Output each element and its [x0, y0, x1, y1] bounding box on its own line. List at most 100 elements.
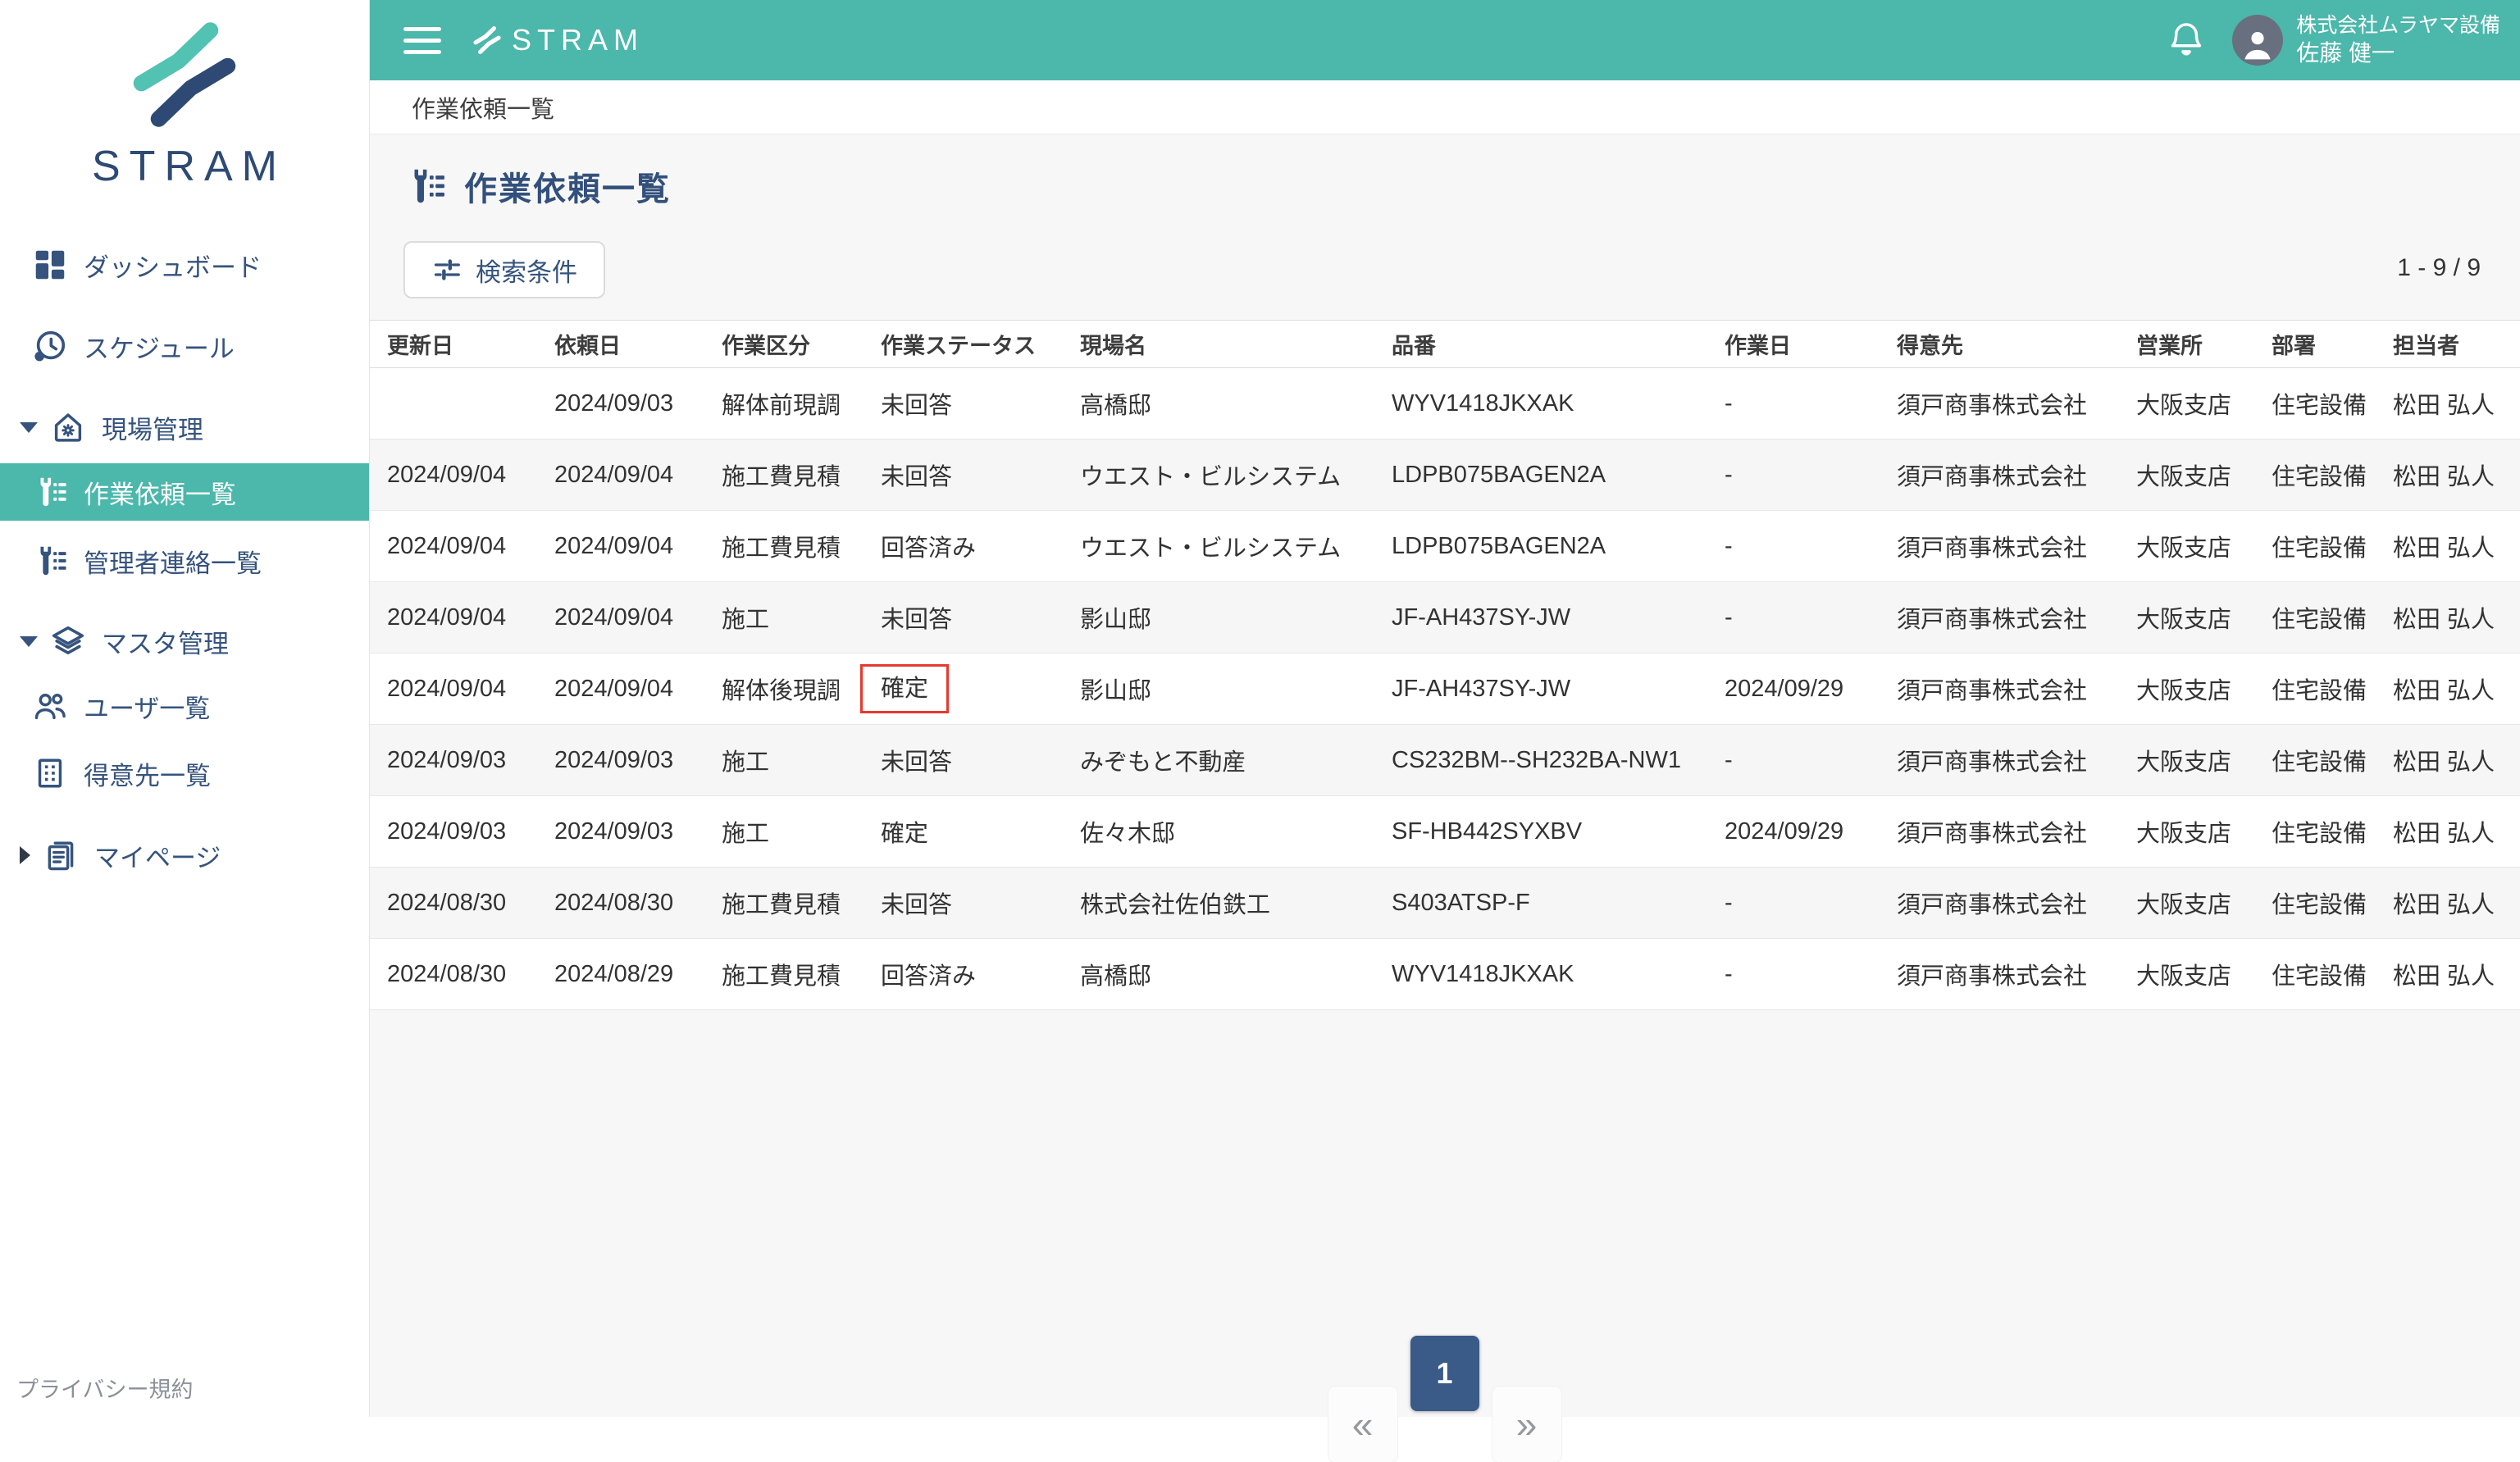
- table-row[interactable]: 2024/09/04 2024/09/04 施工費見積 未回答 ウエスト・ビルシステム L…: [369, 439, 2520, 511]
- chevron-down-icon[interactable]: [20, 635, 38, 647]
- table-cell: 施工費見積: [722, 510, 881, 582]
- topbar-wordmark: STRAM: [512, 23, 644, 57]
- table-cell: 松田 弘人: [2393, 653, 2520, 725]
- sidebar-item-master-management[interactable]: マスタ管理: [0, 618, 369, 664]
- table-cell: 須戸商事株式会社: [1897, 867, 2136, 939]
- table-cell: 大阪支店: [2136, 510, 2272, 582]
- sidebar-item-label: マイページ: [94, 843, 221, 872]
- breadcrumb[interactable]: 作業依頼一覧: [412, 90, 554, 125]
- chevron-down-icon[interactable]: [20, 421, 38, 433]
- table-cell: JF-AH437SY-JW: [1392, 581, 1725, 654]
- table-cell: 住宅設備: [2272, 867, 2393, 939]
- table-cell: -: [1725, 938, 1897, 1010]
- table-cell: 大阪支店: [2136, 439, 2272, 511]
- table-cell: 回答済み: [881, 938, 1080, 1010]
- table-row[interactable]: 2024/09/03 2024/09/03 施工 未回答 みぞもと不動産 CS232BM-…: [369, 724, 2520, 796]
- page-title: 作業依頼一覧: [403, 162, 671, 210]
- table-cell: みぞもと不動産: [1080, 724, 1392, 796]
- table-cell: 須戸商事株式会社: [1897, 724, 2136, 796]
- sidebar-item-label: 得意先一覧: [84, 761, 211, 790]
- table-column-header: 品番: [1392, 320, 1725, 368]
- table-cell: 施工費見積: [722, 938, 881, 1010]
- sidebar-item-work-requests[interactable]: 作業依頼一覧: [0, 463, 369, 521]
- user-name: 佐藤 健一: [2296, 40, 2395, 66]
- table-row[interactable]: 2024/08/30 2024/08/30 施工費見積 未回答 株式会社佐伯鉄工 S403…: [369, 867, 2520, 939]
- search-button-label: 検索条件: [476, 257, 577, 287]
- table-cell: 佐々木邸: [1080, 795, 1392, 868]
- sidebar-item-schedule[interactable]: スケジュール: [0, 323, 369, 369]
- sidebar-item-clients[interactable]: 得意先一覧: [0, 750, 369, 796]
- table-row[interactable]: 2024/09/04 2024/09/04 解体後現調 確定 影山邸 JF-AH437SY…: [369, 653, 2520, 725]
- chevron-right-icon[interactable]: [20, 846, 30, 864]
- table-cell: JF-AH437SY-JW: [1392, 653, 1725, 725]
- table-cell: -: [1725, 439, 1897, 511]
- table-row[interactable]: 2024/09/03 解体前現調 未回答 高橋邸 WYV1418JKXAK - 須戸商事株式…: [369, 367, 2520, 440]
- stram-logo-icon: [123, 13, 246, 136]
- table-cell: 回答済み: [881, 510, 1080, 582]
- document-icon: [42, 836, 80, 874]
- sidebar-item-label: 管理者連絡一覧: [84, 549, 262, 578]
- sidebar: STRAM ダッシュボードスケジュール 現場管理作業依頼一覧管理者連絡一覧マスタ管…: [0, 0, 370, 1417]
- table-cell: 未回答: [881, 724, 1080, 796]
- sidebar-item-mypage[interactable]: マイページ: [0, 832, 369, 878]
- table-cell: 2024/08/30: [369, 938, 554, 1010]
- pagination-last-button[interactable]: »: [1492, 1387, 1561, 1462]
- table-cell: WYV1418JKXAK: [1392, 367, 1725, 440]
- table-cell: -: [1725, 581, 1897, 654]
- table-header-row: 更新日 依頼日 作業区分 作業ステータス 現場名 品番 作業日 得意先 営業所 部署 担当者: [369, 320, 2520, 368]
- user-info[interactable]: 株式会社ムラヤマ設備 佐藤 健一: [2296, 12, 2500, 69]
- table-cell: 株式会社佐伯鉄工: [1080, 867, 1392, 939]
- table-cell: 2024/08/29: [554, 938, 722, 1010]
- pagination-first-button[interactable]: «: [1328, 1387, 1397, 1462]
- table-column-header: 作業日: [1725, 320, 1897, 368]
- search-conditions-button[interactable]: 検索条件: [403, 241, 605, 298]
- user-avatar[interactable]: [2232, 15, 2284, 66]
- table-row[interactable]: 2024/09/04 2024/09/04 施工 未回答 影山邸 JF-AH437SY-J…: [369, 581, 2520, 654]
- table-column-header: 得意先: [1897, 320, 2136, 368]
- pagination-page-1-button[interactable]: 1: [1410, 1336, 1479, 1411]
- sidebar-item-users[interactable]: ユーザ一覧: [0, 683, 369, 729]
- sidebar-item-label: ダッシュボード: [84, 253, 262, 282]
- table-cell: CS232BM--SH232BA-NW1: [1392, 724, 1725, 796]
- brand-logo: STRAM: [0, 0, 369, 191]
- privacy-policy-link[interactable]: プライバシー規約: [16, 1372, 193, 1404]
- table-cell: ウエスト・ビルシステム: [1080, 439, 1392, 511]
- notification-bell-icon[interactable]: [2165, 19, 2208, 61]
- wrench-list-icon: [403, 164, 448, 208]
- table-cell: 須戸商事株式会社: [1897, 510, 2136, 582]
- pagination: « 1 »: [369, 1336, 2520, 1462]
- table-cell: -: [1725, 367, 1897, 440]
- table-cell: 松田 弘人: [2393, 439, 2520, 511]
- table-cell: 2024/09/04: [369, 581, 554, 654]
- table-cell: 解体後現調: [722, 653, 881, 725]
- sidebar-item-label: マスタ管理: [102, 629, 229, 658]
- sidebar-item-site-management[interactable]: 現場管理: [0, 404, 369, 450]
- table-column-header: 現場名: [1080, 320, 1392, 368]
- hamburger-menu-icon[interactable]: [403, 26, 441, 54]
- sidebar-item-dashboard[interactable]: ダッシュボード: [0, 242, 369, 288]
- table-cell: 未回答: [881, 581, 1080, 654]
- table-column-header: 担当者: [2393, 320, 2520, 368]
- table-cell: 2024/09/04: [554, 581, 722, 654]
- table-cell: -: [1725, 724, 1897, 796]
- sidebar-item-admin-contacts[interactable]: 管理者連絡一覧: [0, 538, 369, 584]
- table-row[interactable]: 2024/09/04 2024/09/04 施工費見積 回答済み ウエスト・ビルシステム…: [369, 510, 2520, 582]
- layers-icon: [49, 622, 87, 660]
- table-cell: 住宅設備: [2272, 938, 2393, 1010]
- table-cell: SF-HB442SYXBV: [1392, 795, 1725, 868]
- work-request-table: 更新日 依頼日 作業区分 作業ステータス 現場名 品番 作業日 得意先 営業所 部署 担当者 202…: [369, 320, 2520, 1010]
- table-cell: 2024/09/03: [369, 795, 554, 868]
- users-icon: [31, 687, 69, 725]
- table-cell: 松田 弘人: [2393, 367, 2520, 440]
- table-cell: 松田 弘人: [2393, 867, 2520, 939]
- breadcrumb-bar: 作業依頼一覧: [369, 80, 2520, 134]
- table-cell: 施工費見積: [722, 867, 881, 939]
- clock-icon: [31, 327, 69, 365]
- table-cell: 住宅設備: [2272, 653, 2393, 725]
- table-cell: 須戸商事株式会社: [1897, 938, 2136, 1010]
- table-row[interactable]: 2024/08/30 2024/08/29 施工費見積 回答済み 高橋邸 WYV1418J…: [369, 938, 2520, 1010]
- dashboard-icon: [31, 246, 69, 284]
- table-row[interactable]: 2024/09/03 2024/09/03 施工 確定 佐々木邸 SF-HB442SYXB…: [369, 795, 2520, 868]
- table-cell: [369, 367, 554, 440]
- table-cell: 須戸商事株式会社: [1897, 367, 2136, 440]
